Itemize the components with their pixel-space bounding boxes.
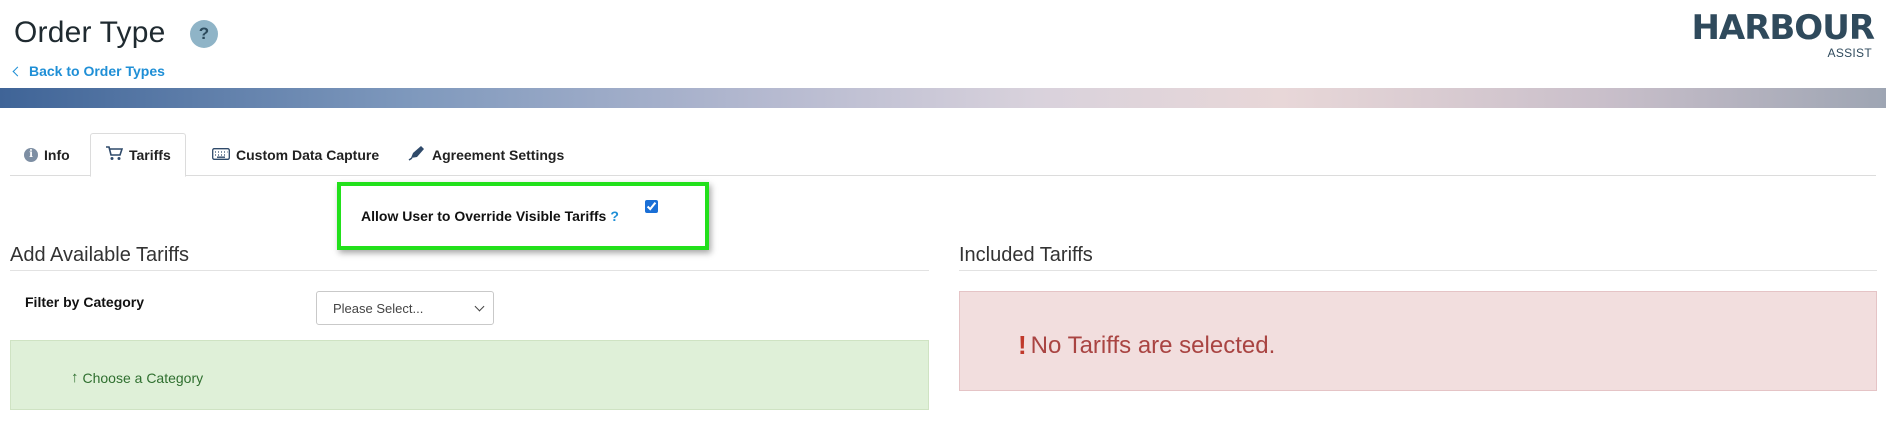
cart-icon: [105, 146, 124, 164]
filter-by-category-label: Filter by Category: [25, 294, 145, 310]
included-tariffs-heading: Included Tariffs: [959, 244, 1093, 266]
included-divider: [959, 270, 1877, 271]
override-label-text: Allow User to Override Visible Tariffs: [361, 208, 607, 224]
category-select[interactable]: Please Select...: [316, 291, 494, 325]
page-title: Order Type: [14, 16, 166, 49]
logo-brand: HARBOUR: [1691, 8, 1875, 48]
tab-info-label: Info: [44, 146, 70, 163]
category-select-value: Please Select...: [333, 300, 424, 316]
pen-icon: [408, 145, 426, 164]
tab-custom-data-capture[interactable]: Custom Data Capture: [198, 133, 393, 176]
chevron-left-icon: [12, 66, 23, 76]
tab-tariffs-label: Tariffs: [129, 147, 171, 163]
available-tariffs-heading: Add Available Tariffs: [10, 244, 190, 266]
harbour-assist-logo: HARBOUR ASSIST: [1691, 8, 1875, 60]
arrow-up-icon: ↑: [71, 369, 79, 386]
available-divider: [10, 270, 929, 271]
tab-bar: i Info Tariffs Custom Data Capture Agree…: [10, 133, 1876, 177]
back-link-label: Back to Order Types: [29, 63, 165, 79]
override-visible-tariffs-box: Allow User to Override Visible Tariffs?: [337, 182, 709, 250]
override-help-icon[interactable]: ?: [610, 208, 619, 224]
logo-sub: ASSIST: [1827, 46, 1872, 60]
tab-agreement-settings[interactable]: Agreement Settings: [394, 133, 578, 176]
info-icon: i: [24, 147, 38, 162]
help-icon[interactable]: ?: [190, 20, 218, 48]
choose-category-text: Choose a Category: [82, 369, 204, 386]
chevron-down-icon: [474, 301, 485, 312]
no-tariffs-alert: ! No Tariffs are selected.: [959, 291, 1877, 391]
choose-category-hint: ↑ Choose a Category: [71, 369, 203, 386]
tab-info[interactable]: i Info: [10, 133, 84, 176]
no-tariffs-message: ! No Tariffs are selected.: [1018, 330, 1275, 361]
override-visible-tariffs-label: Allow User to Override Visible Tariffs?: [361, 208, 619, 224]
choose-category-panel: ↑ Choose a Category: [10, 340, 929, 410]
keyboard-icon: [212, 147, 230, 163]
tab-agreement-settings-label: Agreement Settings: [432, 146, 565, 163]
no-tariffs-text: No Tariffs are selected.: [1030, 331, 1276, 359]
exclamation-icon: !: [1018, 330, 1027, 360]
tab-tariffs[interactable]: Tariffs: [90, 133, 186, 177]
override-visible-tariffs-checkbox[interactable]: [645, 200, 658, 213]
header-banner: [0, 88, 1886, 108]
tab-custom-data-capture-label: Custom Data Capture: [236, 146, 380, 163]
back-to-order-types-link[interactable]: Back to Order Types: [12, 63, 165, 79]
